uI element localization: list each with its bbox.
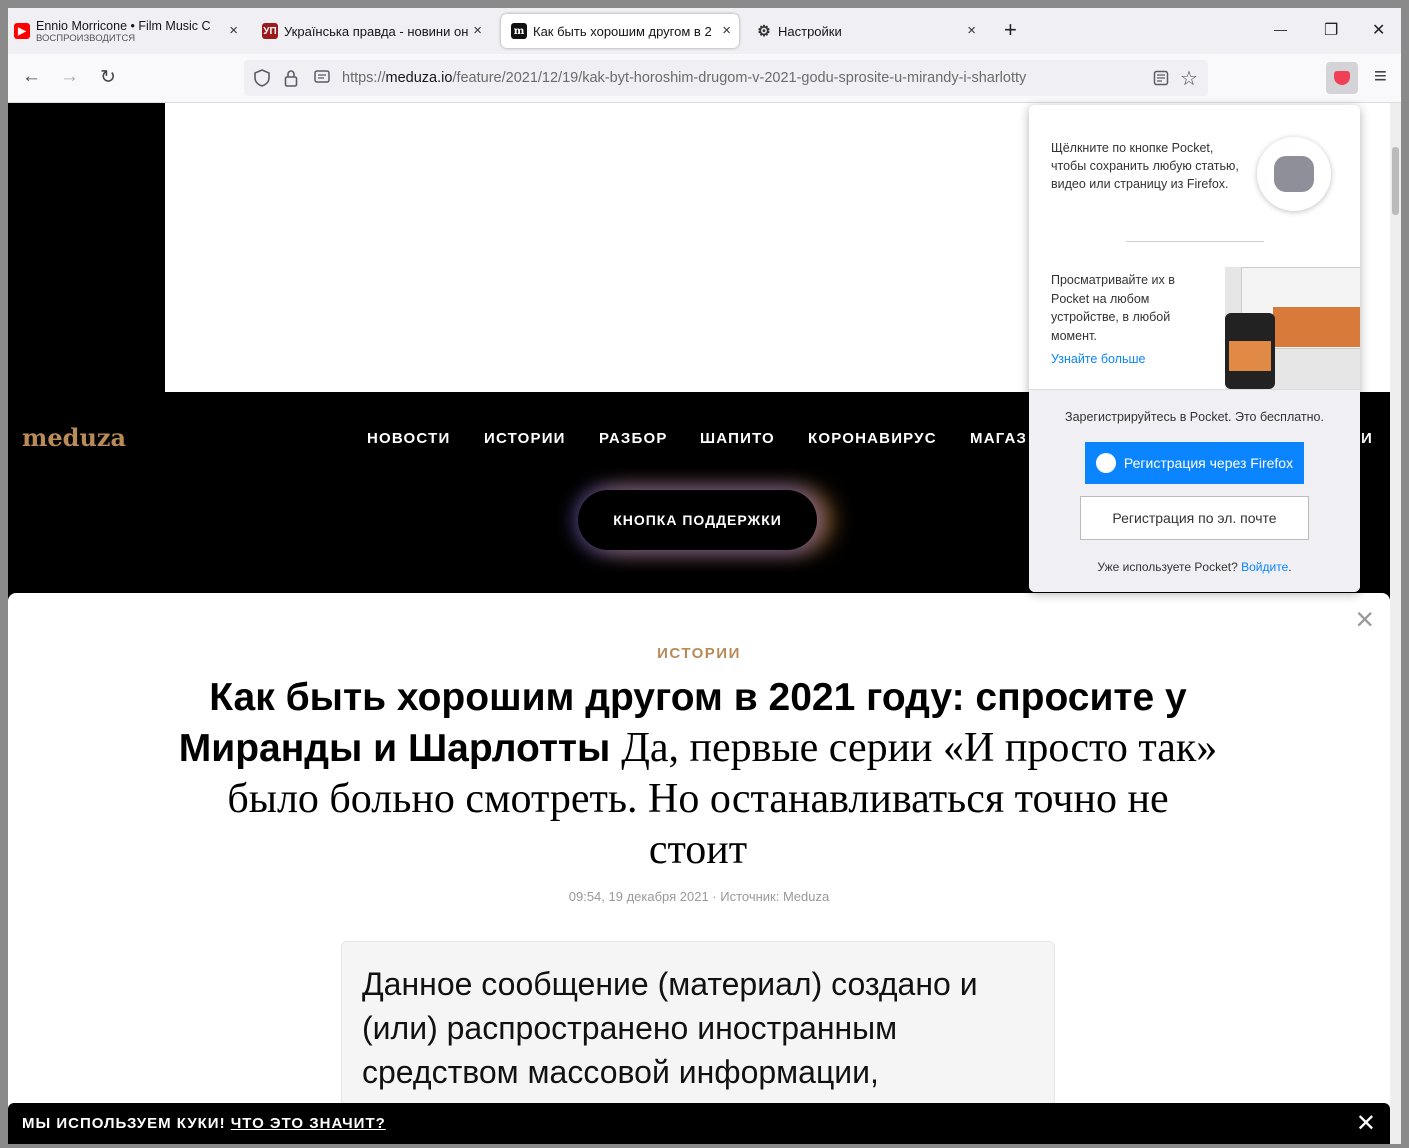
- tab-bar: ▶ Ennio Morricone • Film Music C ВОСПРОИ…: [8, 8, 1401, 54]
- meduza-logo[interactable]: meduza: [22, 423, 126, 452]
- cookie-link[interactable]: ЧТО ЭТО ЗНАЧИТ?: [231, 1115, 386, 1132]
- learn-more-link[interactable]: Узнайте больше: [1051, 352, 1145, 366]
- minimize-icon[interactable]: —: [1274, 22, 1287, 37]
- firefox-account-icon: [1095, 453, 1116, 473]
- close-cookie-icon[interactable]: ✕: [1356, 1109, 1376, 1138]
- up-icon: УП: [262, 23, 278, 39]
- pocket-button[interactable]: [1326, 62, 1358, 94]
- already-using-text: Уже используете Pocket? Войдите.: [1097, 560, 1292, 574]
- pocket-icon: [1334, 71, 1350, 85]
- register-note: Зарегистрируйтесь в Pocket. Это бесплатн…: [1065, 410, 1324, 424]
- tab-title: Как быть хорошим другом в 2: [533, 23, 712, 39]
- close-window-icon[interactable]: ✕: [1372, 20, 1385, 40]
- navigation-bar: ← → ↻ https://meduza.io/feature/2021/12/…: [8, 54, 1401, 103]
- restore-icon[interactable]: ❐: [1324, 20, 1338, 40]
- pocket-signup-area: Зарегистрируйтесь в Pocket. Это бесплатн…: [1029, 389, 1360, 592]
- tab-title: Настройки: [778, 23, 842, 39]
- tab-title: Українська правда - новини он: [284, 23, 469, 39]
- url-text[interactable]: https://meduza.io/feature/2021/12/19/kak…: [342, 70, 1026, 86]
- cookie-banner: МЫ ИСПОЛЬЗУЕМ КУКИ! ЧТО ЭТО ЗНАЧИТ? ✕: [8, 1103, 1390, 1144]
- article-headline: Как быть хорошим другом в 2021 году: спр…: [178, 673, 1218, 876]
- nav-item-news[interactable]: НОВОСТИ: [367, 430, 450, 447]
- notice-text: Данное сообщение (материал) создано и (и…: [362, 966, 978, 1090]
- close-tab-icon[interactable]: ×: [967, 22, 976, 39]
- article-modal: × ИСТОРИИ Как быть хорошим другом в 2021…: [8, 593, 1390, 1144]
- url-bar[interactable]: https://meduza.io/feature/2021/12/19/kak…: [244, 60, 1208, 96]
- gear-icon: ⚙: [757, 23, 771, 40]
- tab-youtube[interactable]: ▶ Ennio Morricone • Film Music C ВОСПРОИ…: [14, 14, 246, 48]
- reload-icon[interactable]: ↻: [100, 66, 116, 89]
- close-tab-icon[interactable]: ×: [722, 22, 731, 39]
- close-tab-icon[interactable]: ×: [473, 22, 482, 39]
- tab-meduza[interactable]: m Как быть хорошим другом в 2 ×: [501, 14, 739, 48]
- tab-playing-label: ВОСПРОИЗВОДИТСЯ: [36, 32, 136, 44]
- page-scrollbar[interactable]: [1390, 103, 1401, 1144]
- nav-item-coronavirus[interactable]: КОРОНАВИРУС: [808, 430, 937, 447]
- nav-item-shop[interactable]: МАГАЗ: [970, 430, 1027, 447]
- forward-icon[interactable]: →: [60, 66, 79, 88]
- pocket-devices-image: [1225, 267, 1360, 389]
- article-meta: 09:54, 19 декабря 2021 · Источник: Meduz…: [568, 889, 830, 904]
- cookie-text: МЫ ИСПОЛЬЗУЕМ КУКИ!: [22, 1115, 226, 1132]
- article-rubric[interactable]: ИСТОРИИ: [8, 645, 1390, 662]
- nav-item-shapito[interactable]: ШАПИТО: [700, 430, 775, 447]
- app-menu-icon[interactable]: ≡: [1374, 63, 1387, 89]
- email-signup-button[interactable]: Регистрация по эл. почте: [1080, 496, 1309, 540]
- support-button[interactable]: КНОПКА ПОДДЕРЖКИ: [578, 490, 817, 550]
- new-tab-icon[interactable]: +: [1004, 17, 1017, 43]
- lock-icon[interactable]: [284, 69, 298, 87]
- close-tab-icon[interactable]: ×: [229, 22, 238, 39]
- tab-pravda[interactable]: УП Українська правда - новини он ×: [258, 14, 490, 48]
- reader-view-icon[interactable]: [1153, 70, 1169, 86]
- back-icon[interactable]: ←: [22, 66, 41, 88]
- tab-title: Ennio Morricone • Film Music C: [36, 18, 211, 33]
- pocket-view-text: Просматривайте их в Pocket на любом устр…: [1051, 273, 1175, 343]
- close-article-icon[interactable]: ×: [1355, 601, 1374, 638]
- scrollbar-thumb[interactable]: [1392, 147, 1399, 215]
- pocket-intro-text: Щёлкните по кнопке Pocket, чтобы сохрани…: [1051, 141, 1239, 191]
- page-info-icon[interactable]: [314, 70, 330, 86]
- firefox-signup-button[interactable]: Регистрация через Firefox: [1085, 442, 1304, 484]
- pocket-logo-icon: [1257, 137, 1331, 211]
- youtube-icon: ▶: [14, 23, 30, 39]
- shield-icon[interactable]: [254, 69, 270, 87]
- browser-window: ▶ Ennio Morricone • Film Music C ВОСПРОИ…: [8, 8, 1401, 1144]
- bookmark-star-icon[interactable]: ☆: [1180, 66, 1198, 91]
- meduza-icon: m: [511, 23, 527, 39]
- tab-settings[interactable]: ⚙ Настройки ×: [752, 14, 984, 48]
- nav-item-more[interactable]: И: [1361, 430, 1373, 447]
- nav-item-analysis[interactable]: РАЗБОР: [599, 430, 668, 447]
- login-link[interactable]: Войдите: [1241, 560, 1288, 574]
- nav-item-stories[interactable]: ИСТОРИИ: [484, 430, 566, 447]
- pocket-panel: Щёлкните по кнопке Pocket, чтобы сохрани…: [1029, 105, 1360, 592]
- divider: [1126, 241, 1264, 242]
